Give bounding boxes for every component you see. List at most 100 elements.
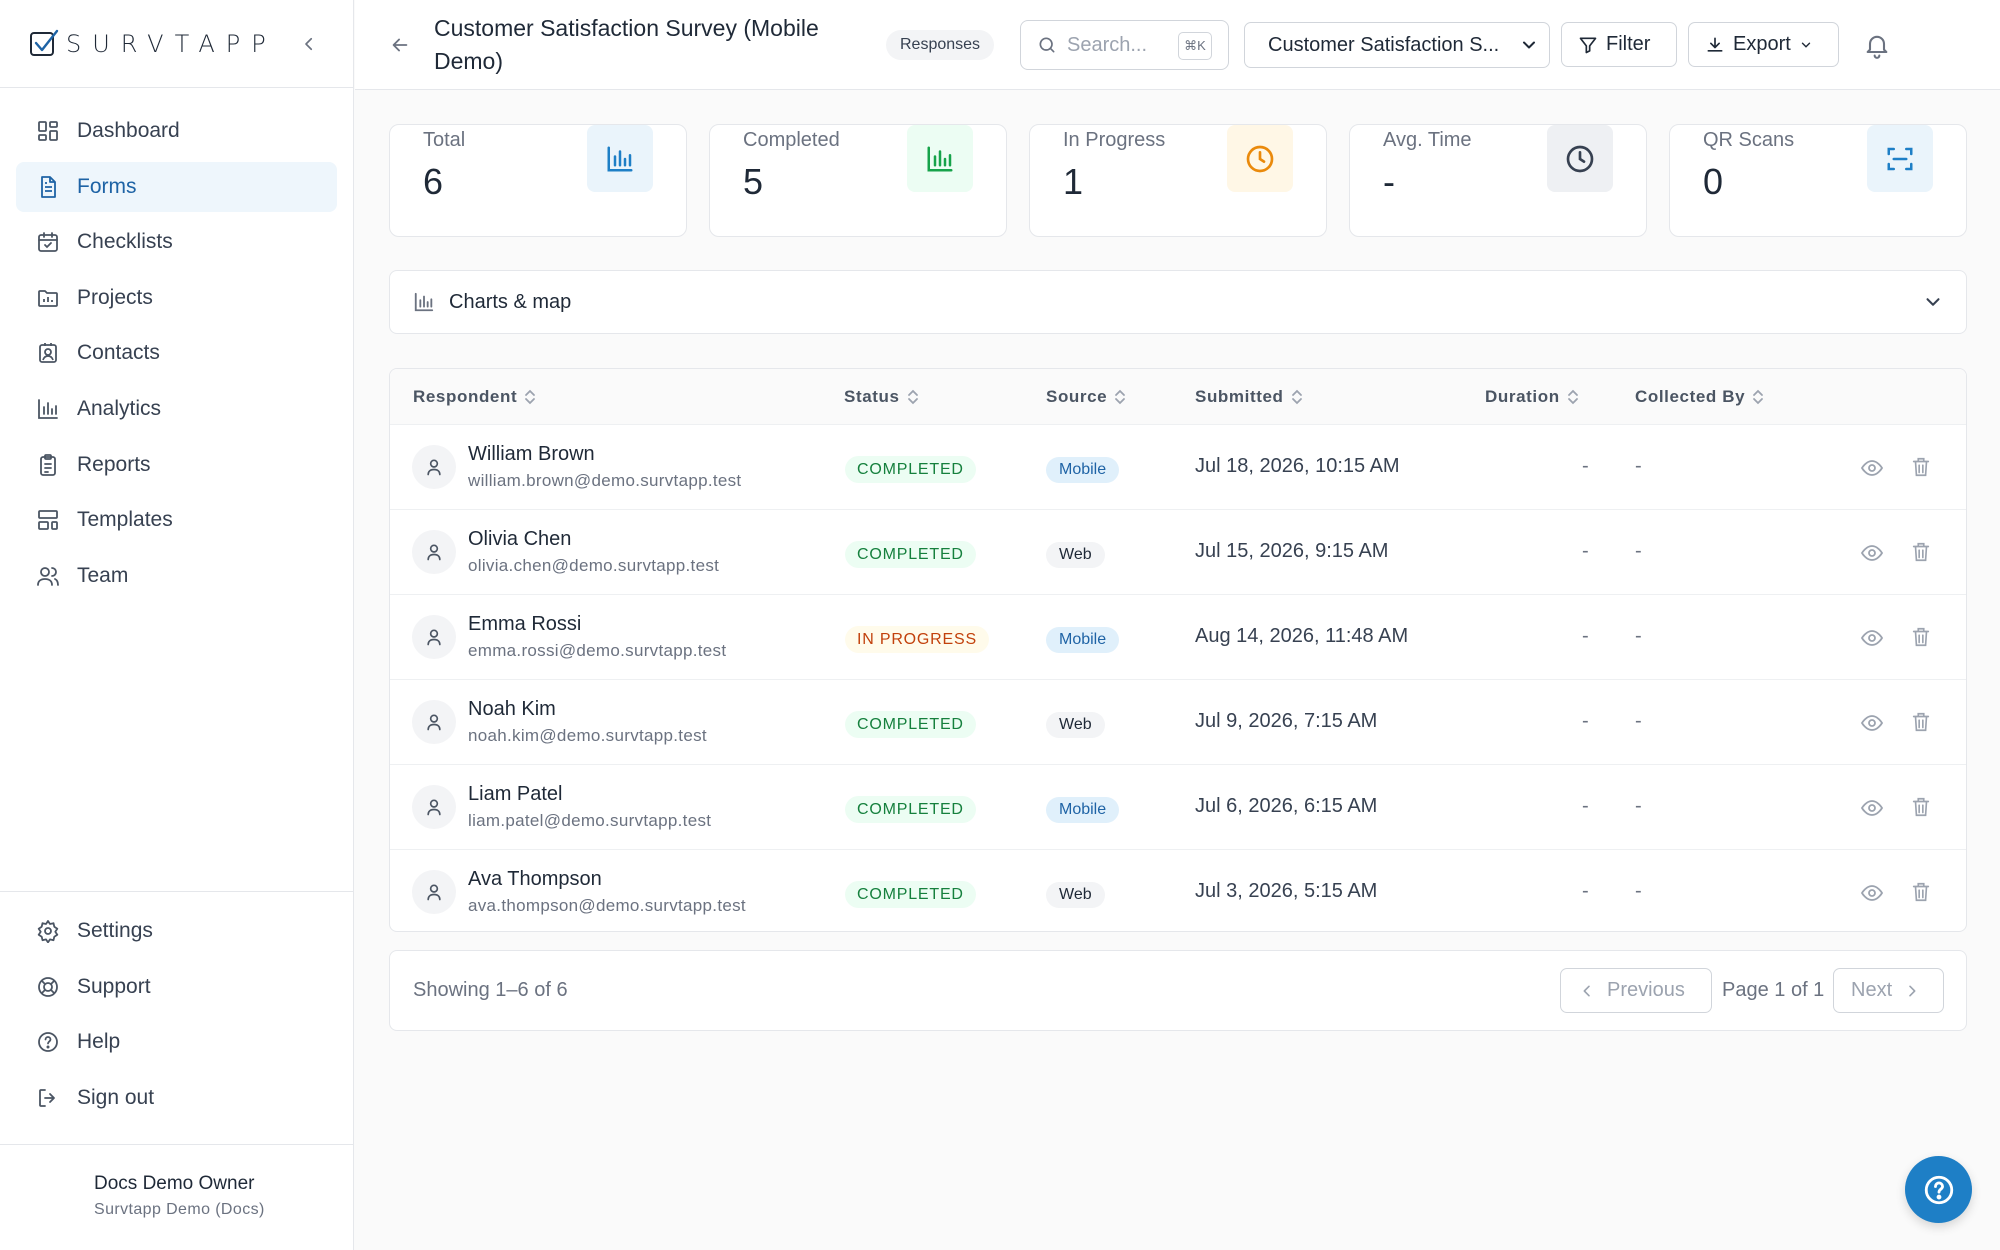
stat-value: 5: [743, 161, 764, 202]
sidebar-item-contacts[interactable]: Contacts: [16, 328, 337, 378]
qr-scan-icon: [1867, 125, 1933, 192]
back-arrow-icon[interactable]: [387, 32, 413, 58]
brand-name: SURVTAPP: [66, 29, 277, 58]
source-badge: Web: [1046, 542, 1105, 568]
user-avatar-icon: [412, 700, 456, 744]
sort-icon: [1113, 389, 1127, 405]
eye-icon[interactable]: [1860, 626, 1886, 650]
help-fab-button[interactable]: [1905, 1156, 1972, 1223]
page-info: Page 1 of 1: [1722, 979, 1825, 1001]
submitted-date: Jul 15, 2026, 9:15 AM: [1195, 540, 1389, 562]
chevron-down-icon: [1799, 38, 1813, 52]
user-avatar-icon: [412, 530, 456, 574]
source-badge: Mobile: [1046, 797, 1120, 823]
column-header-collected-by[interactable]: Collected By: [1635, 387, 1765, 407]
table-row[interactable]: Olivia Chen olivia.chen@demo.survtapp.te…: [390, 510, 1966, 595]
sidebar-item-templates[interactable]: Templates: [16, 495, 337, 545]
trash-icon[interactable]: [1910, 710, 1934, 736]
status-badge: COMPLETED: [845, 881, 976, 908]
collected-by-value: -: [1635, 540, 1642, 562]
user-avatar-icon: [412, 785, 456, 829]
bar-chart-icon: [413, 291, 435, 313]
duration-value: -: [1582, 795, 1589, 817]
column-header-source[interactable]: Source: [1046, 387, 1127, 407]
sidebar-item-reports[interactable]: Reports: [16, 440, 337, 490]
user-org: Survtapp Demo (Docs): [94, 1201, 265, 1218]
eye-icon[interactable]: [1860, 796, 1886, 820]
bar-chart-icon: [587, 125, 653, 192]
stat-card-avg-time: Avg. Time -: [1349, 124, 1647, 237]
trash-icon[interactable]: [1910, 795, 1934, 821]
collected-by-value: -: [1635, 625, 1642, 647]
sidebar-item-projects[interactable]: Projects: [16, 273, 337, 323]
charts-map-toggle[interactable]: Charts & map: [389, 270, 1967, 334]
charts-map-label: Charts & map: [449, 290, 572, 313]
column-header-submitted[interactable]: Submitted: [1195, 387, 1304, 407]
sign-out-icon: [34, 1084, 62, 1112]
stat-label: Completed: [743, 129, 840, 151]
sidebar-item-analytics[interactable]: Analytics: [16, 384, 337, 434]
submitted-date: Jul 9, 2026, 7:15 AM: [1195, 710, 1378, 732]
eye-icon[interactable]: [1860, 881, 1886, 905]
column-header-duration[interactable]: Duration: [1485, 387, 1580, 407]
sidebar-item-team[interactable]: Team: [16, 551, 337, 601]
status-badge: COMPLETED: [845, 711, 976, 738]
column-header-status[interactable]: Status: [844, 387, 920, 407]
export-button[interactable]: Export: [1688, 22, 1839, 67]
duration-value: -: [1582, 455, 1589, 477]
bell-icon[interactable]: [1863, 31, 1891, 59]
respondent-email: noah.kim@demo.survtapp.test: [468, 726, 707, 745]
previous-page-button[interactable]: Previous: [1560, 968, 1712, 1013]
table-row[interactable]: Emma Rossi emma.rossi@demo.survtapp.test…: [390, 595, 1966, 680]
survtapp-logo-icon: [30, 29, 59, 56]
table-row[interactable]: Liam Patel liam.patel@demo.survtapp.test…: [390, 765, 1966, 850]
column-header-respondent[interactable]: Respondent: [413, 387, 537, 407]
submitted-date: Aug 14, 2026, 11:48 AM: [1195, 625, 1409, 647]
sidebar-item-checklists[interactable]: Checklists: [16, 217, 337, 267]
stat-value: -: [1383, 161, 1395, 202]
stat-value: 0: [1703, 161, 1724, 202]
search-input[interactable]: [1067, 33, 1177, 57]
sort-icon: [906, 389, 920, 405]
source-badge: Web: [1046, 712, 1105, 738]
eye-icon[interactable]: [1860, 456, 1886, 480]
respondent-email: liam.patel@demo.survtapp.test: [468, 811, 712, 830]
sidebar-item-forms[interactable]: Forms: [16, 161, 337, 212]
trash-icon[interactable]: [1910, 880, 1934, 906]
next-page-button[interactable]: Next: [1833, 968, 1944, 1013]
eye-icon[interactable]: [1860, 711, 1886, 735]
sidebar-item-settings[interactable]: Settings: [16, 906, 337, 956]
search-box[interactable]: ⌘K: [1020, 20, 1229, 70]
table-row[interactable]: Noah Kim noah.kim@demo.survtapp.test COM…: [390, 680, 1966, 765]
trash-icon[interactable]: [1910, 455, 1934, 481]
sidebar-item-label: Forms: [77, 174, 137, 198]
chevron-down-icon: [1922, 291, 1944, 318]
collapse-sidebar-icon[interactable]: [297, 32, 321, 56]
sidebar-item-dashboard[interactable]: Dashboard: [16, 106, 337, 156]
sidebar-item-support[interactable]: Support: [16, 962, 337, 1012]
form-select-value: Customer Satisfaction S...: [1268, 33, 1500, 56]
form-select[interactable]: Customer Satisfaction S...: [1244, 22, 1550, 68]
users-icon: [34, 562, 62, 590]
respondent-name: Liam Patel: [468, 783, 563, 805]
sidebar-item-label: Contacts: [77, 341, 160, 365]
sidebar-item-label: Help: [77, 1030, 121, 1054]
bar-chart-icon: [34, 395, 62, 423]
sidebar-item-sign-out[interactable]: Sign out: [16, 1073, 337, 1123]
table-row[interactable]: William Brown william.brown@demo.survtap…: [390, 425, 1966, 510]
export-label: Export: [1733, 33, 1791, 55]
eye-icon[interactable]: [1860, 541, 1886, 565]
help-circle-icon: [34, 1028, 62, 1056]
page-title: Customer Satisfaction Survey (Mobile Dem…: [434, 15, 819, 74]
user-profile[interactable]: Docs Demo Owner Survtapp Demo (Docs): [0, 1144, 353, 1250]
sidebar-item-label: Team: [77, 563, 129, 587]
trash-icon[interactable]: [1910, 540, 1934, 566]
sidebar-item-label: Analytics: [77, 396, 162, 420]
table-row[interactable]: Ava Thompson ava.thompson@demo.survtapp.…: [390, 850, 1966, 931]
trash-icon[interactable]: [1910, 625, 1934, 651]
stat-value: 6: [423, 161, 444, 202]
filter-button[interactable]: Filter: [1561, 22, 1677, 67]
sidebar-item-help[interactable]: Help: [16, 1017, 337, 1067]
sidebar-bottom-nav: Settings Support Help Sign out: [0, 891, 353, 1128]
duration-value: -: [1582, 625, 1589, 647]
